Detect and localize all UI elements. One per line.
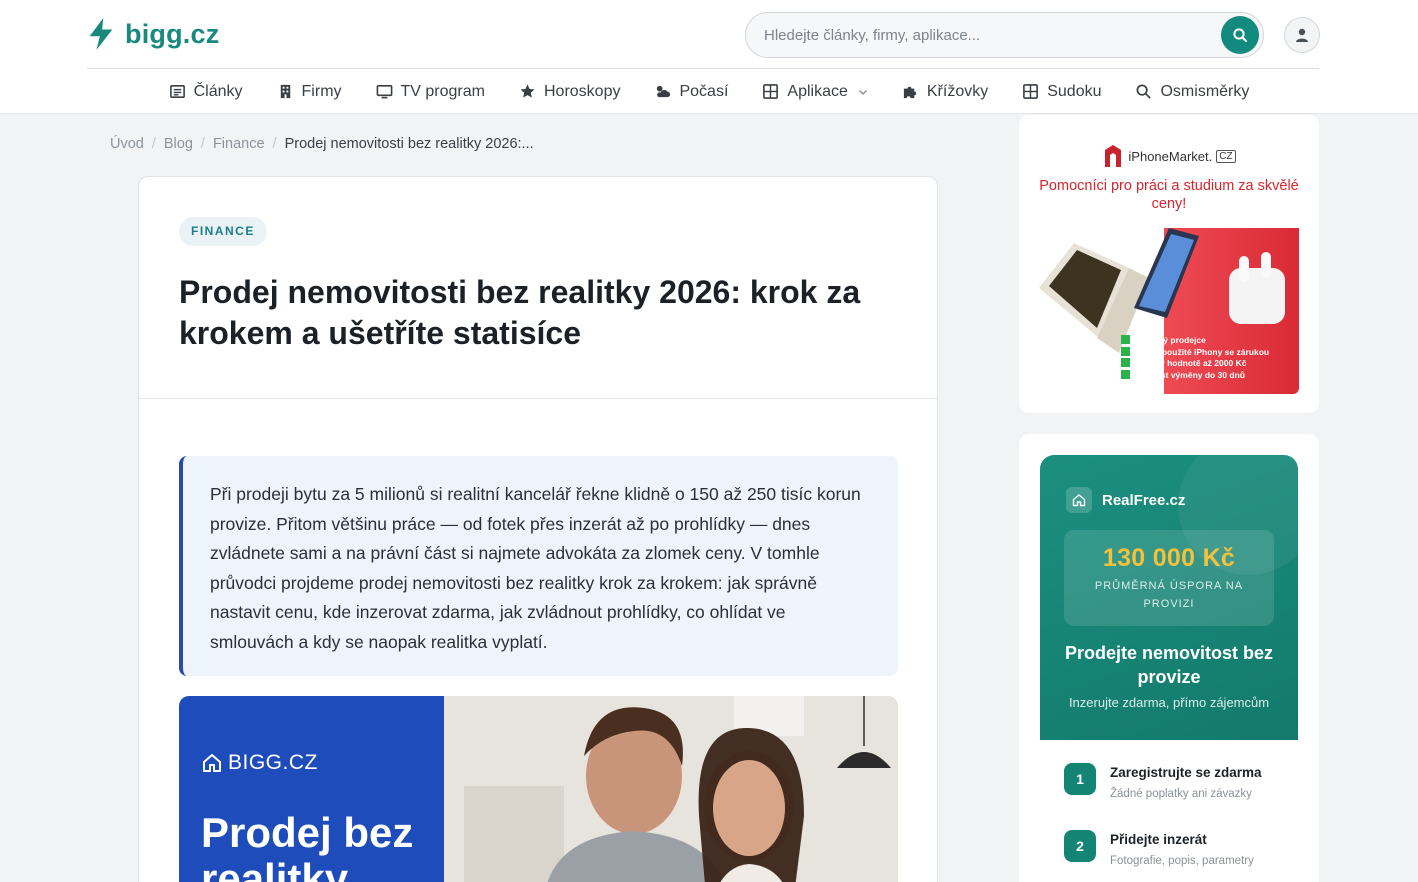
ad-realfree-card: RealFree.cz 130 000 Kč PRŮMĚRNÁ ÚSPORA N… — [1040, 455, 1298, 882]
breadcrumb-separator: / — [272, 136, 277, 152]
site-logo[interactable]: bigg.cz — [87, 17, 219, 51]
ad-realfree-logo: RealFree.cz — [1066, 487, 1185, 513]
hero-image: BIGG.CZ Prodej bez realitky — [179, 696, 898, 882]
nav-label: Osmisměrky — [1160, 82, 1250, 100]
nav-item-clanky[interactable]: Články — [152, 70, 260, 113]
step-text: Zaregistrujte se zdarma Žádné poplatky a… — [1110, 763, 1262, 800]
nav-label: Horoskopy — [543, 82, 621, 100]
newspaper-icon — [169, 85, 185, 98]
breadcrumb-separator: / — [200, 136, 205, 152]
ad-iphonemarket-brand: iPhoneMarket. CZ — [1039, 143, 1299, 169]
step-desc: Žádné poplatky ani závazky — [1110, 788, 1252, 800]
nav-item-krizovky[interactable]: Křížovky — [885, 70, 1005, 113]
home-icon — [203, 754, 221, 772]
nav-item-osmismerky[interactable]: Osmisměrky — [1118, 70, 1266, 113]
tv-icon — [376, 85, 392, 99]
search-icon — [1136, 84, 1151, 99]
chevron-down-icon — [858, 89, 867, 95]
ad-realfree[interactable]: RealFree.cz 130 000 Kč PRŮMĚRNÁ ÚSPORA N… — [1019, 434, 1319, 882]
savings-label: PRŮMĚRNÁ ÚSPORA NA PROVIZI — [1094, 580, 1244, 610]
article-lead: Při prodeji bytu za 5 milionů si realitn… — [179, 456, 898, 676]
ad-brand-suffix: CZ — [1216, 149, 1236, 163]
breadcrumb-separator: / — [151, 136, 156, 152]
breadcrumb-current: Prodej nemovitosti bez realitky 2026:... — [284, 136, 534, 152]
grid-icon — [763, 84, 779, 99]
check-icon — [1121, 369, 1130, 379]
step-desc: Fotografie, popis, parametry — [1110, 855, 1254, 867]
ad-brand-text: iPhoneMarket. — [1128, 148, 1213, 164]
iphonemarket-logo-icon — [1105, 145, 1122, 167]
ad-realfree-headline: Prodejte nemovitost bez provize — [1064, 643, 1274, 687]
step-item: 2 Přidejte inzerát Fotografie, popis, pa… — [1064, 830, 1254, 867]
check-icon — [1121, 358, 1130, 367]
nav-item-sudoku[interactable]: Sudoku — [1005, 70, 1118, 113]
nav-label: TV program — [400, 82, 485, 100]
search-input[interactable] — [764, 13, 1204, 57]
article-header: FINANCE Prodej nemovitosti bez realitky … — [139, 177, 937, 399]
ad-feature-item: Nové i použité iPhony se zárukou — [1121, 346, 1269, 359]
ad-feature-item: Ověřený prodejce — [1121, 335, 1269, 347]
hero-title: Prodej bez realitky — [201, 809, 414, 882]
breadcrumb-link-blog[interactable]: Blog — [164, 136, 193, 152]
search-icon — [1233, 28, 1247, 42]
puzzle-icon — [903, 86, 917, 99]
savings-stat: 130 000 Kč PRŮMĚRNÁ ÚSPORA NA PROVIZI — [1064, 530, 1274, 626]
ad-slogan: Pomocníci pro práci a studium za skvělé … — [1039, 178, 1299, 212]
couple-photo — [444, 696, 898, 882]
logo-text: bigg.cz — [125, 18, 220, 49]
nav-label: Počasí — [679, 82, 729, 100]
building-icon — [280, 84, 290, 99]
article-title: Prodej nemovitosti bez realitky 2026: kr… — [179, 274, 861, 351]
hero-photo — [444, 696, 898, 882]
user-icon — [1296, 28, 1308, 42]
check-icon — [1121, 335, 1130, 344]
step-title: Přidejte inzerát — [1110, 832, 1207, 847]
category-tag[interactable]: FINANCE — [179, 217, 267, 246]
search-button[interactable] — [1221, 16, 1259, 54]
check-icon — [1121, 346, 1130, 356]
nav-label: Firmy — [301, 82, 342, 100]
nav-item-firmy[interactable]: Firmy — [260, 70, 359, 113]
nav-label: Články — [193, 82, 243, 100]
savings-amount: 130 000 Kč — [1102, 544, 1236, 572]
site-header: bigg.cz Články Firmy TV program Horoskop… — [0, 0, 1418, 114]
step-number: 1 — [1064, 763, 1096, 795]
ad-feature-list: Ověřený prodejce Nové i použité iPhony s… — [1121, 335, 1269, 381]
nav-label: Aplikace — [787, 82, 848, 100]
ad-iphonemarket[interactable]: iPhoneMarket. CZ Pomocníci pro práci a s… — [1019, 115, 1319, 413]
nav-item-pocasi[interactable]: Počasí — [637, 70, 745, 113]
breadcrumb-link-uvod[interactable]: Úvod — [110, 136, 144, 152]
home-icon — [1066, 487, 1092, 513]
grid-icon — [1023, 84, 1039, 99]
step-title: Zaregistrujte se zdarma — [1110, 765, 1262, 780]
header-top-bar: bigg.cz — [87, 0, 1320, 69]
breadcrumb: Úvod / Blog / Finance / Prodej nemovitos… — [110, 136, 534, 152]
nav-item-tv-program[interactable]: TV program — [359, 70, 502, 113]
user-account-button[interactable] — [1284, 17, 1320, 53]
hero-banner: BIGG.CZ Prodej bez realitky — [179, 696, 444, 882]
ad-feature-item: Dárky v hodnotě až 2000 Kč — [1121, 358, 1269, 370]
ad-feature-item: Možnost výměny do 30 dnů — [1121, 369, 1269, 382]
ad-iphonemarket-banner: iPhoneMarket. CZ Pomocníci pro práci a s… — [1039, 140, 1299, 394]
ad-realfree-hero: RealFree.cz 130 000 Kč PRŮMĚRNÁ ÚSPORA N… — [1040, 455, 1298, 740]
ad-realfree-subline: Inzerujte zdarma, přímo zájemcům — [1068, 695, 1270, 710]
hero-brand-text: BIGG.CZ — [228, 751, 318, 774]
step-number: 2 — [1064, 830, 1096, 862]
hero-brand: BIGG.CZ — [202, 751, 318, 775]
cloud-sun-icon — [657, 85, 671, 98]
search-bar — [745, 12, 1264, 58]
nav-label: Křížovky — [926, 82, 989, 100]
step-text: Přidejte inzerát Fotografie, popis, para… — [1110, 830, 1254, 867]
step-item: 1 Zaregistrujte se zdarma Žádné poplatky… — [1064, 763, 1262, 800]
ad-products-visual: Ověřený prodejce Nové i použité iPhony s… — [1039, 228, 1299, 394]
article-card: FINANCE Prodej nemovitosti bez realitky … — [138, 176, 938, 882]
nav-item-horoskopy[interactable]: Horoskopy — [502, 70, 637, 113]
breadcrumb-link-finance[interactable]: Finance — [213, 136, 265, 152]
nav-label: Sudoku — [1047, 82, 1102, 100]
nav-item-aplikace[interactable]: Aplikace — [745, 70, 884, 113]
ad-realfree-brand: RealFree.cz — [1102, 491, 1186, 509]
lightning-icon — [89, 18, 113, 50]
main-nav: Články Firmy TV program Horoskopy Počasí… — [0, 70, 1418, 113]
star-icon — [520, 84, 535, 98]
